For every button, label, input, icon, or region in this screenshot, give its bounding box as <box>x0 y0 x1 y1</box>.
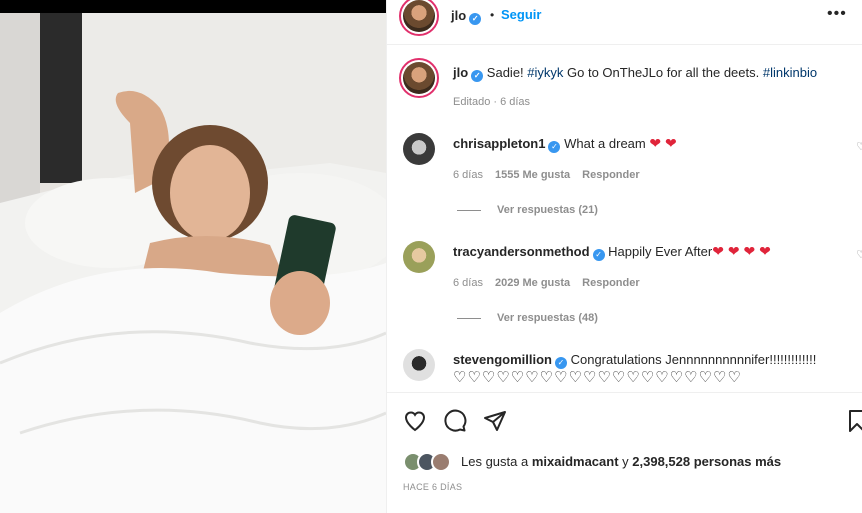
comment-like-heart-icon[interactable]: ♡ <box>856 140 862 153</box>
comment-username[interactable]: chrisappleton1 <box>453 136 545 151</box>
comment-username[interactable]: stevengomillion <box>453 352 552 367</box>
bookmark-icon[interactable] <box>847 409 862 433</box>
caption-username[interactable]: jlo ✓ <box>453 65 484 82</box>
comment-meta: 6 días 1555 Me gusta Responder <box>453 169 640 181</box>
post-details-panel: jlo ✓ • Seguir ••• jlo ✓ Sadie! #iykyk Go … <box>386 0 862 513</box>
post-view: jlo ✓ • Seguir ••• jlo ✓ Sadie! #iykyk Go … <box>0 0 862 513</box>
reply-button[interactable]: Responder <box>582 169 639 181</box>
photo-top-bar <box>0 0 386 13</box>
post-photo[interactable] <box>0 0 386 513</box>
commenter-avatar[interactable] <box>403 241 435 273</box>
red-heart-emoji: ❤ ❤ ❤ ❤ <box>712 243 771 259</box>
caption-meta: Editado · 6 días <box>453 96 531 108</box>
verified-badge-icon: ✓ <box>554 357 567 369</box>
comment-text: Happily Ever After <box>608 244 713 259</box>
liker-username[interactable]: mixaidmacant <box>532 454 619 469</box>
likes-text: Les gusta a mixaidmacant y 2,398,528 per… <box>461 454 782 469</box>
commenter-avatar[interactable] <box>403 133 435 165</box>
comment-icon[interactable] <box>443 409 467 433</box>
verified-badge-icon: ✓ <box>469 13 482 25</box>
verified-badge-icon: ✓ <box>548 141 561 153</box>
commenter-avatar[interactable] <box>403 349 435 381</box>
comment-like-heart-icon[interactable]: ♡ <box>856 248 862 261</box>
liker-avatar <box>431 452 451 472</box>
red-heart-emoji: ❤ ❤ <box>649 135 677 151</box>
comment-username[interactable]: tracyandersonmethod <box>453 244 590 259</box>
action-bar <box>387 392 862 452</box>
post-timestamp: HACE 6 DÍAS <box>403 482 463 492</box>
view-replies-button[interactable]: Ver respuestas (21) <box>457 204 598 216</box>
more-options-icon[interactable]: ••• <box>827 5 847 23</box>
comment: tracyandersonmethod ✓ Happily Ever After❤… <box>453 243 853 261</box>
bed-photo-illustration <box>0 13 386 513</box>
comment-likes[interactable]: 1555 Me gusta <box>495 169 570 181</box>
comment-text: Congratulations Jennnnnnnnnnifer!!!!!!!!… <box>570 352 817 367</box>
caption-avatar[interactable] <box>399 58 439 98</box>
liker-avatars <box>403 452 455 472</box>
comment-time: 6 días <box>453 277 483 289</box>
comment-text: What a dream <box>564 136 646 151</box>
caption: jlo ✓ Sadie! #iykyk Go to OnTheJLo for al… <box>453 64 853 82</box>
caption-text-1: Sadie! <box>486 65 528 80</box>
likes-count[interactable]: 2,398,528 personas más <box>632 454 781 469</box>
caption-text-2: Go to OnTheJLo for all the deets. <box>563 65 763 80</box>
author-username[interactable]: jlo ✓ <box>451 8 482 25</box>
view-replies-button[interactable]: Ver respuestas (48) <box>457 312 598 324</box>
follow-button[interactable]: Seguir <box>501 7 541 22</box>
hashtag-link[interactable]: #iykyk <box>527 65 563 80</box>
author-avatar[interactable] <box>399 0 439 36</box>
header-separator: • <box>490 8 495 22</box>
hashtag-link[interactable]: #linkinbio <box>763 65 817 80</box>
comment-meta: 6 días 2029 Me gusta Responder <box>453 277 640 289</box>
verified-badge-icon: ✓ <box>592 249 605 261</box>
comment: stevengomillion ✓ Congratulations Jennnnn… <box>453 351 853 386</box>
comment-time: 6 días <box>453 169 483 181</box>
post-header: jlo ✓ • Seguir ••• <box>387 0 862 45</box>
share-icon[interactable] <box>483 409 507 433</box>
comment-likes[interactable]: 2029 Me gusta <box>495 277 570 289</box>
heart-icon[interactable] <box>403 409 427 433</box>
verified-badge-icon: ✓ <box>471 70 484 82</box>
white-heart-emoji: ♡♡♡♡♡♡♡♡♡♡♡♡♡♡♡♡♡♡♡♡ <box>453 369 742 386</box>
reply-button[interactable]: Responder <box>582 277 639 289</box>
comment: chrisappleton1 ✓ What a dream ❤ ❤ <box>453 135 853 153</box>
